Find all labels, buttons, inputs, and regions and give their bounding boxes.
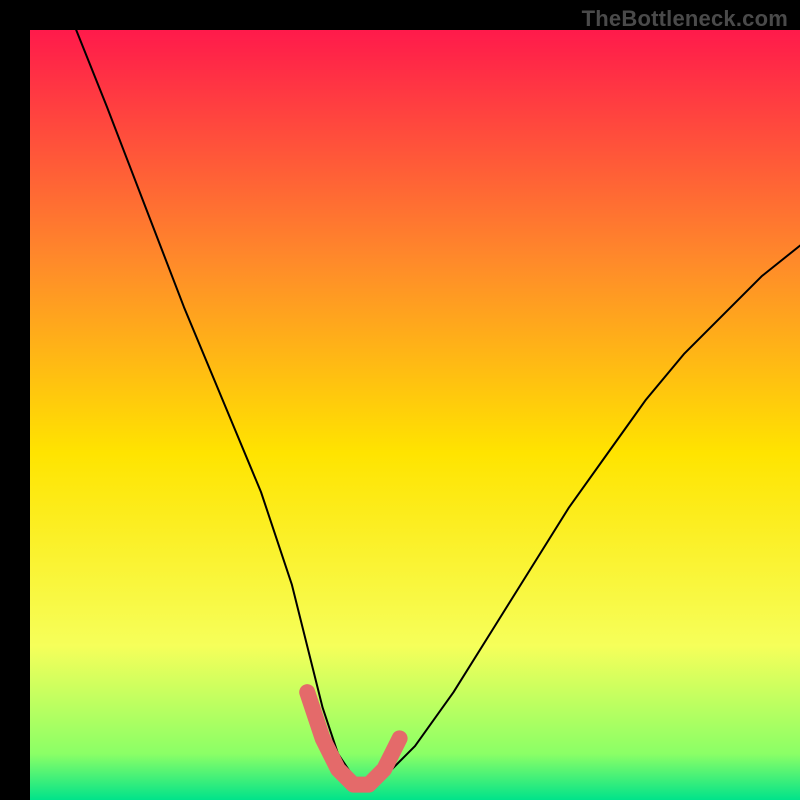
watermark-text: TheBottleneck.com: [582, 6, 788, 32]
chart-stage: TheBottleneck.com: [0, 0, 800, 800]
gradient-background: [30, 30, 800, 800]
bottleneck-chart: [0, 0, 800, 800]
